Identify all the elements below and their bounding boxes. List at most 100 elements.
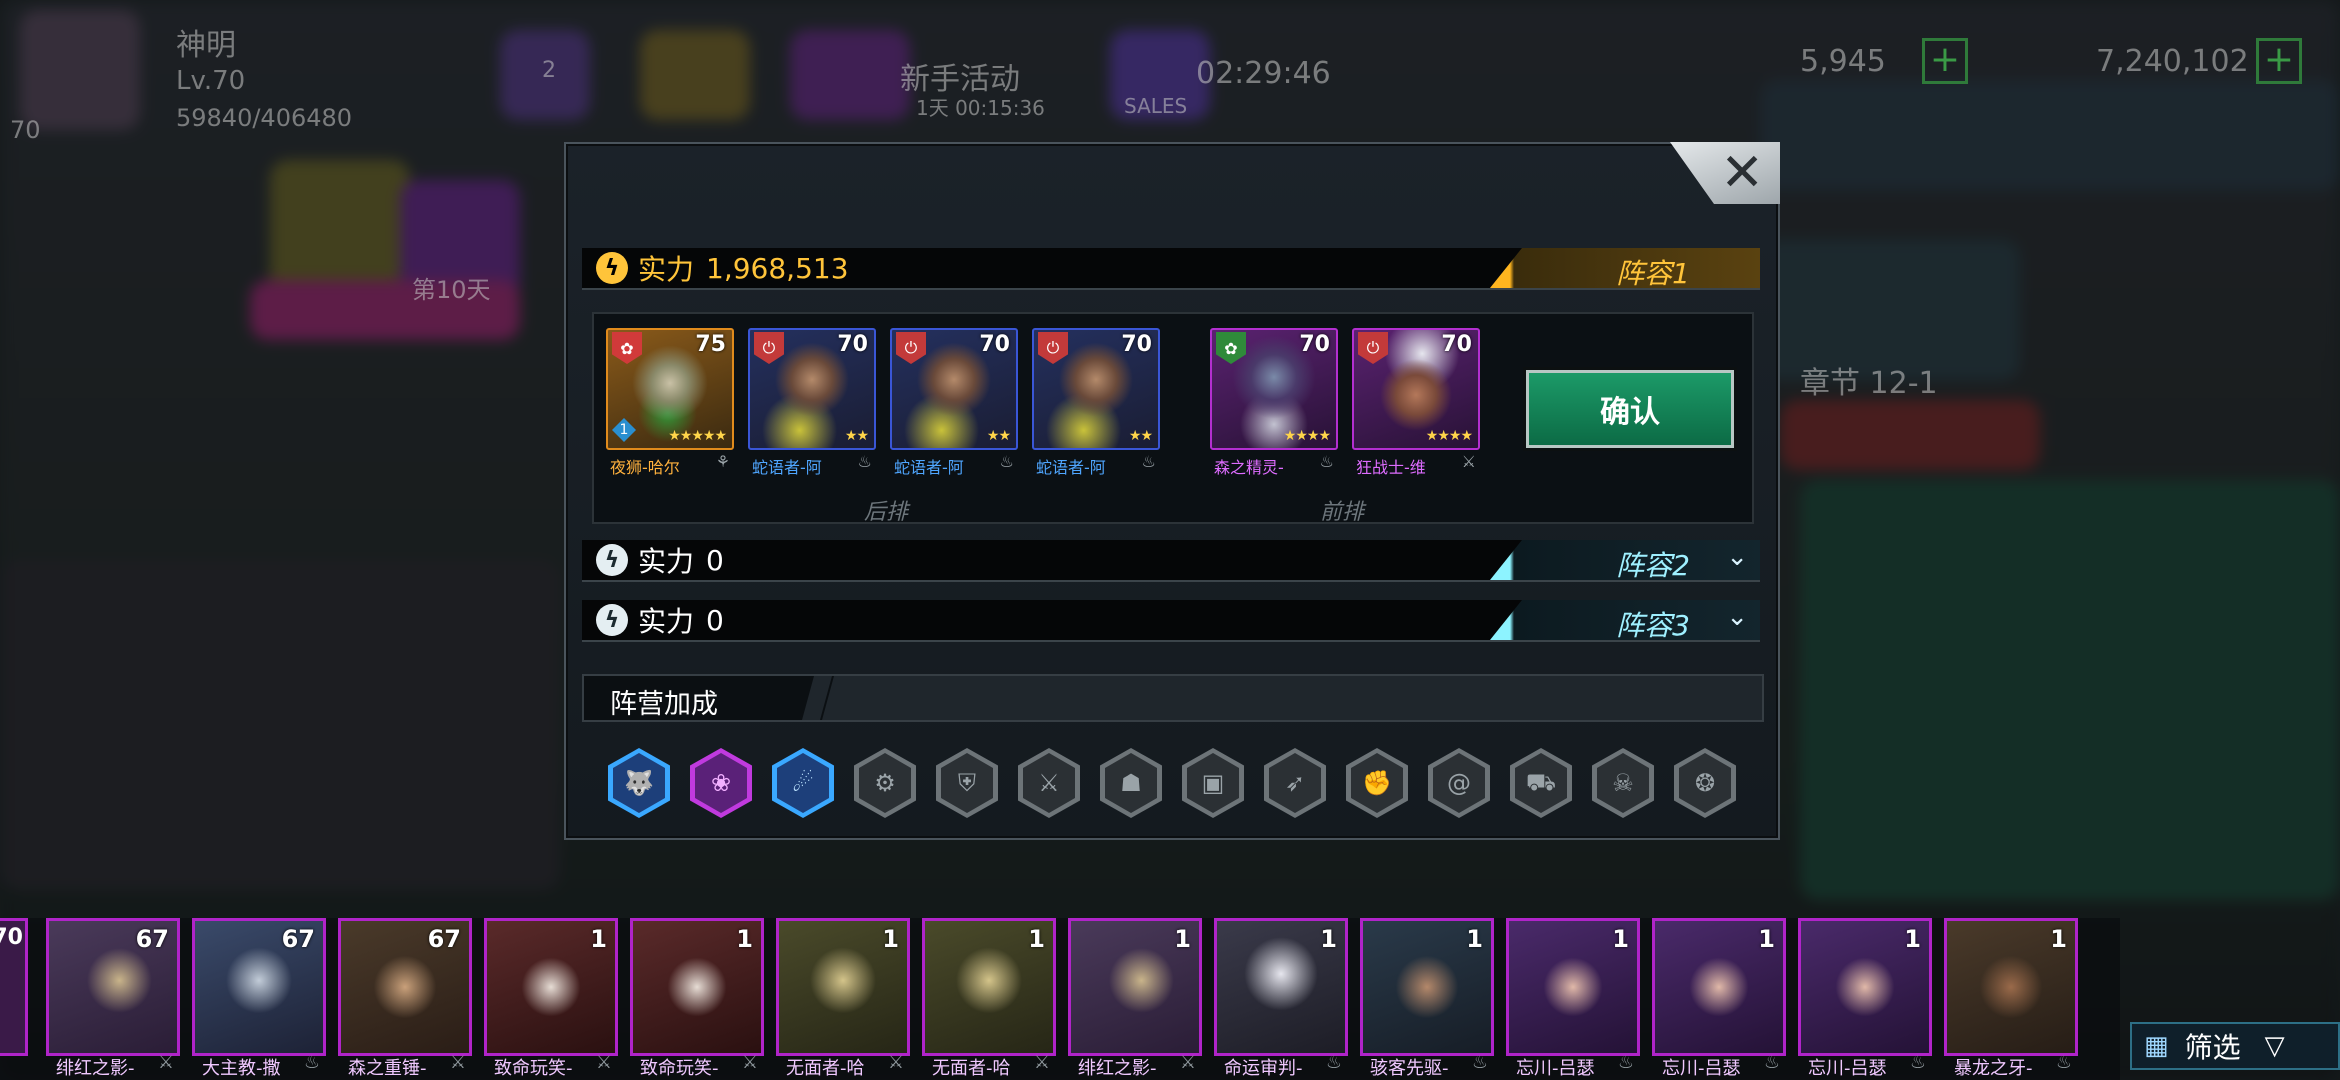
sale-timer: 02:29:46 bbox=[1196, 56, 1331, 91]
roster-hero-card[interactable]: 1 忘川-吕瑟 ♨ bbox=[1798, 918, 1932, 1080]
roster-hero-name: 命运审判- bbox=[1224, 1058, 1303, 1079]
roster-hero-name: 无面者-哈 bbox=[786, 1058, 865, 1079]
chevron-faction-icon[interactable]: ➶ bbox=[1264, 748, 1326, 818]
dragon-faction-icon[interactable]: ❂ bbox=[1674, 748, 1736, 818]
team2-tab-label: 阵容2 bbox=[1616, 549, 1690, 582]
roster-hero-card[interactable]: 1 绯红之影- ⚔ bbox=[1068, 918, 1202, 1080]
roster-hero-name: 忘川-吕瑟 bbox=[1516, 1058, 1595, 1079]
hero-level: 75 bbox=[695, 332, 726, 357]
box-faction-icon[interactable]: ▣ bbox=[1182, 748, 1244, 818]
roster-hero-card[interactable]: 1 忘川-吕瑟 ♨ bbox=[1506, 918, 1640, 1080]
team1-bar[interactable]: ϟ 实力 1,968,513 阵容1 bbox=[582, 248, 1760, 290]
tank-faction-icon[interactable]: ⛟ bbox=[1510, 748, 1572, 818]
hero-slot-2[interactable]: ⏻ 70 ★★ 蛇语者-阿 ♨ bbox=[748, 328, 876, 480]
filter-triangle-icon: ▽ bbox=[2264, 1031, 2285, 1061]
grid-icon: ▦ bbox=[2144, 1031, 2169, 1061]
notification-badge: 2 bbox=[542, 58, 556, 83]
fire-icon: ♨ bbox=[857, 452, 872, 471]
hero-name: 蛇语者-阿 bbox=[1036, 458, 1106, 477]
hero-name: 蛇语者-阿 bbox=[894, 458, 964, 477]
blade-icon: ⚔ bbox=[1179, 1052, 1196, 1073]
fire-icon: ♨ bbox=[1909, 1052, 1926, 1073]
roster-hero-card[interactable]: 1 无面者-哈 ⚔ bbox=[922, 918, 1056, 1080]
spiral-faction-icon[interactable]: @ bbox=[1428, 748, 1490, 818]
fire-icon: ♨ bbox=[1617, 1052, 1634, 1073]
roster-hero-level: 1 bbox=[1612, 925, 1629, 953]
back-row-label: 后排 bbox=[864, 500, 909, 525]
roster-hero-card[interactable]: 1 无面者-哈 ⚔ bbox=[776, 918, 910, 1080]
roster-hero-name: 致命玩笑- bbox=[494, 1058, 573, 1079]
roster-hero-level: 1 bbox=[1904, 925, 1921, 953]
fire-icon: ♨ bbox=[303, 1052, 320, 1073]
fire-icon: ♨ bbox=[1325, 1052, 1342, 1073]
blade-icon: ⚔ bbox=[1461, 452, 1476, 471]
filter-button[interactable]: ▦ 筛选 ▽ bbox=[2130, 1022, 2340, 1070]
hero-slot-4[interactable]: ⏻ 70 ★★ 蛇语者-阿 ♨ bbox=[1032, 328, 1160, 480]
roster-hero-level: 1 bbox=[2050, 925, 2067, 953]
roster-hero-card[interactable]: 67 绯红之影- ⚔ bbox=[46, 918, 180, 1080]
add-gems-button[interactable]: + bbox=[1922, 38, 1968, 84]
hero-stars: ★★★★ bbox=[1283, 428, 1331, 444]
team3-power-value: 0 bbox=[706, 603, 724, 637]
mask-faction-icon[interactable]: ☗ bbox=[1100, 748, 1162, 818]
chevron-down-icon[interactable]: ⌄ bbox=[1726, 542, 1748, 572]
fist-faction-icon[interactable]: ✊ bbox=[1346, 748, 1408, 818]
fire-icon: ♨ bbox=[1763, 1052, 1780, 1073]
shield-faction-icon[interactable]: ⛨ bbox=[936, 748, 998, 818]
team2-bar[interactable]: ϟ 实力 0 阵容2 ⌄ bbox=[582, 540, 1760, 582]
hero-stars: ★★★★★ bbox=[668, 428, 727, 444]
hero-name: 狂战士-维 bbox=[1356, 458, 1426, 477]
tab-team2[interactable]: 阵容2 ⌄ bbox=[1490, 540, 1760, 580]
roster-hero-card[interactable]: 67 森之重锤- ⚔ bbox=[338, 918, 472, 1080]
currency-gold: 7,240,102 bbox=[2096, 44, 2249, 79]
add-gold-button[interactable]: + bbox=[2256, 38, 2302, 84]
hero-slot-3[interactable]: ⏻ 70 ★★ 蛇语者-阿 ♨ bbox=[890, 328, 1018, 480]
team1-power-label: 实力 bbox=[638, 253, 695, 286]
roster-hero-card[interactable]: 1 骇客先驱- ♨ bbox=[1360, 918, 1494, 1080]
blade-icon: ⚔ bbox=[595, 1052, 612, 1073]
hero-portrait: ✿ 70 ★★★★ bbox=[1210, 328, 1338, 450]
faction-bonus-label: 阵营加成 bbox=[610, 689, 718, 720]
confirm-button[interactable]: 确认 bbox=[1526, 370, 1734, 448]
stage-text: 章节 12-1 bbox=[1800, 366, 1938, 401]
roster-hero-card[interactable]: 1 致命玩笑- ⚔ bbox=[630, 918, 764, 1080]
close-button[interactable]: ✕ bbox=[1670, 142, 1780, 204]
roster-hero-card[interactable]: 1 忘川-吕瑟 ♨ bbox=[1652, 918, 1786, 1080]
roster-hero-name: 骇客先驱- bbox=[1370, 1058, 1449, 1079]
hero-level: 70 bbox=[1441, 332, 1472, 357]
team2-power-label: 实力 bbox=[638, 545, 695, 578]
level-badge: 70 bbox=[10, 116, 41, 144]
roster-hero-level: 1 bbox=[590, 925, 607, 953]
blade-faction-icon[interactable]: ⚔ bbox=[1018, 748, 1080, 818]
fire-icon: ♨ bbox=[2055, 1052, 2072, 1073]
roster-hero-card[interactable]: 1 命运审判- ♨ bbox=[1214, 918, 1348, 1080]
team3-bar[interactable]: ϟ 实力 0 阵容3 ⌄ bbox=[582, 600, 1760, 642]
roster-hero-name: 致命玩笑- bbox=[640, 1058, 719, 1079]
hero-slot-1[interactable]: ✿ 75 1 ★★★★★ 夜狮-哈尔 ⚘ bbox=[606, 328, 734, 480]
roster-hero-level: 67 bbox=[281, 925, 315, 953]
hero-slot-5[interactable]: ✿ 70 ★★★★ 森之精灵- ♨ bbox=[1210, 328, 1338, 480]
roster-hero-level: 1 bbox=[1028, 925, 1045, 953]
tab-team1[interactable]: 阵容1 bbox=[1490, 248, 1760, 288]
lotus-faction-icon[interactable]: ❀ bbox=[690, 748, 752, 818]
event-timer: 1天 00:15:36 bbox=[916, 96, 1045, 120]
gear-faction-icon[interactable]: ⚙ bbox=[854, 748, 916, 818]
roster-hero-card[interactable]: 67 大主教-撒 ♨ bbox=[192, 918, 326, 1080]
sales-button[interactable]: SALES bbox=[1124, 94, 1187, 118]
roster-hero-level: 1 bbox=[1320, 925, 1337, 953]
roster-hero-card[interactable]: 1 暴龙之牙- ♨ bbox=[1944, 918, 2078, 1080]
skull-faction-icon[interactable]: ☠ bbox=[1592, 748, 1654, 818]
fire-icon: ♨ bbox=[1319, 452, 1334, 471]
roster-edge-card[interactable]: 70 bbox=[0, 918, 28, 1056]
currency-gems: 5,945 bbox=[1800, 44, 1886, 79]
roster-hero-level: 1 bbox=[882, 925, 899, 953]
eagle-faction-icon[interactable]: ☄ bbox=[772, 748, 834, 818]
chevron-down-icon[interactable]: ⌄ bbox=[1726, 602, 1748, 632]
roster-hero-card[interactable]: 1 致命玩笑- ⚔ bbox=[484, 918, 618, 1080]
roster-hero-level: 67 bbox=[427, 925, 461, 953]
wolf-faction-icon[interactable]: 🐺 bbox=[608, 748, 670, 818]
tab-team3[interactable]: 阵容3 ⌄ bbox=[1490, 600, 1760, 640]
hero-slot-6[interactable]: ⏻ 70 ★★★★ 狂战士-维 ⚔ bbox=[1352, 328, 1480, 480]
power-icon: ϟ bbox=[596, 252, 628, 284]
hero-level: 70 bbox=[1299, 332, 1330, 357]
